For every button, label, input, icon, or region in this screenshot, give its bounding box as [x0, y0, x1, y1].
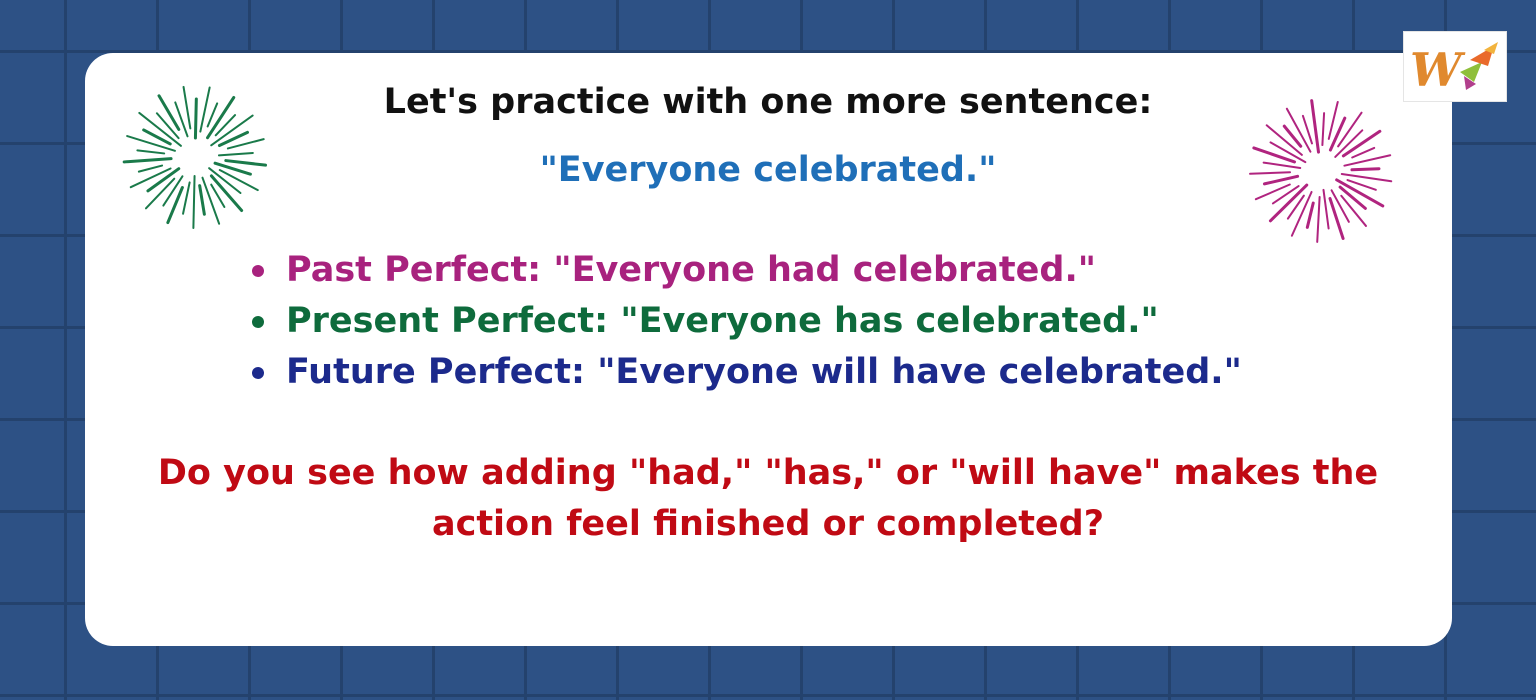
tense-item-future-perfect: Future Perfect: "Everyone will have cele… [250, 347, 1242, 398]
tense-text: Future Perfect: "Everyone will have cele… [286, 352, 1242, 392]
tense-item-past-perfect: Past Perfect: "Everyone had celebrated." [250, 245, 1242, 296]
bullet-dot-icon [252, 316, 264, 328]
tense-text: Past Perfect: "Everyone had celebrated." [286, 250, 1096, 290]
question-text: Do you see how adding "had," "has," or "… [157, 453, 1379, 544]
example-sentence: "Everyone celebrated." [539, 150, 997, 190]
tense-list: Past Perfect: "Everyone had celebrated."… [250, 245, 1242, 398]
bullet-dot-icon [252, 367, 264, 379]
bullet-dot-icon [252, 265, 264, 277]
page-title: Let's practice with one more sentence: [383, 82, 1153, 122]
tense-text: Present Perfect: "Everyone has celebrate… [286, 301, 1159, 341]
tense-item-present-perfect: Present Perfect: "Everyone has celebrate… [250, 296, 1242, 347]
